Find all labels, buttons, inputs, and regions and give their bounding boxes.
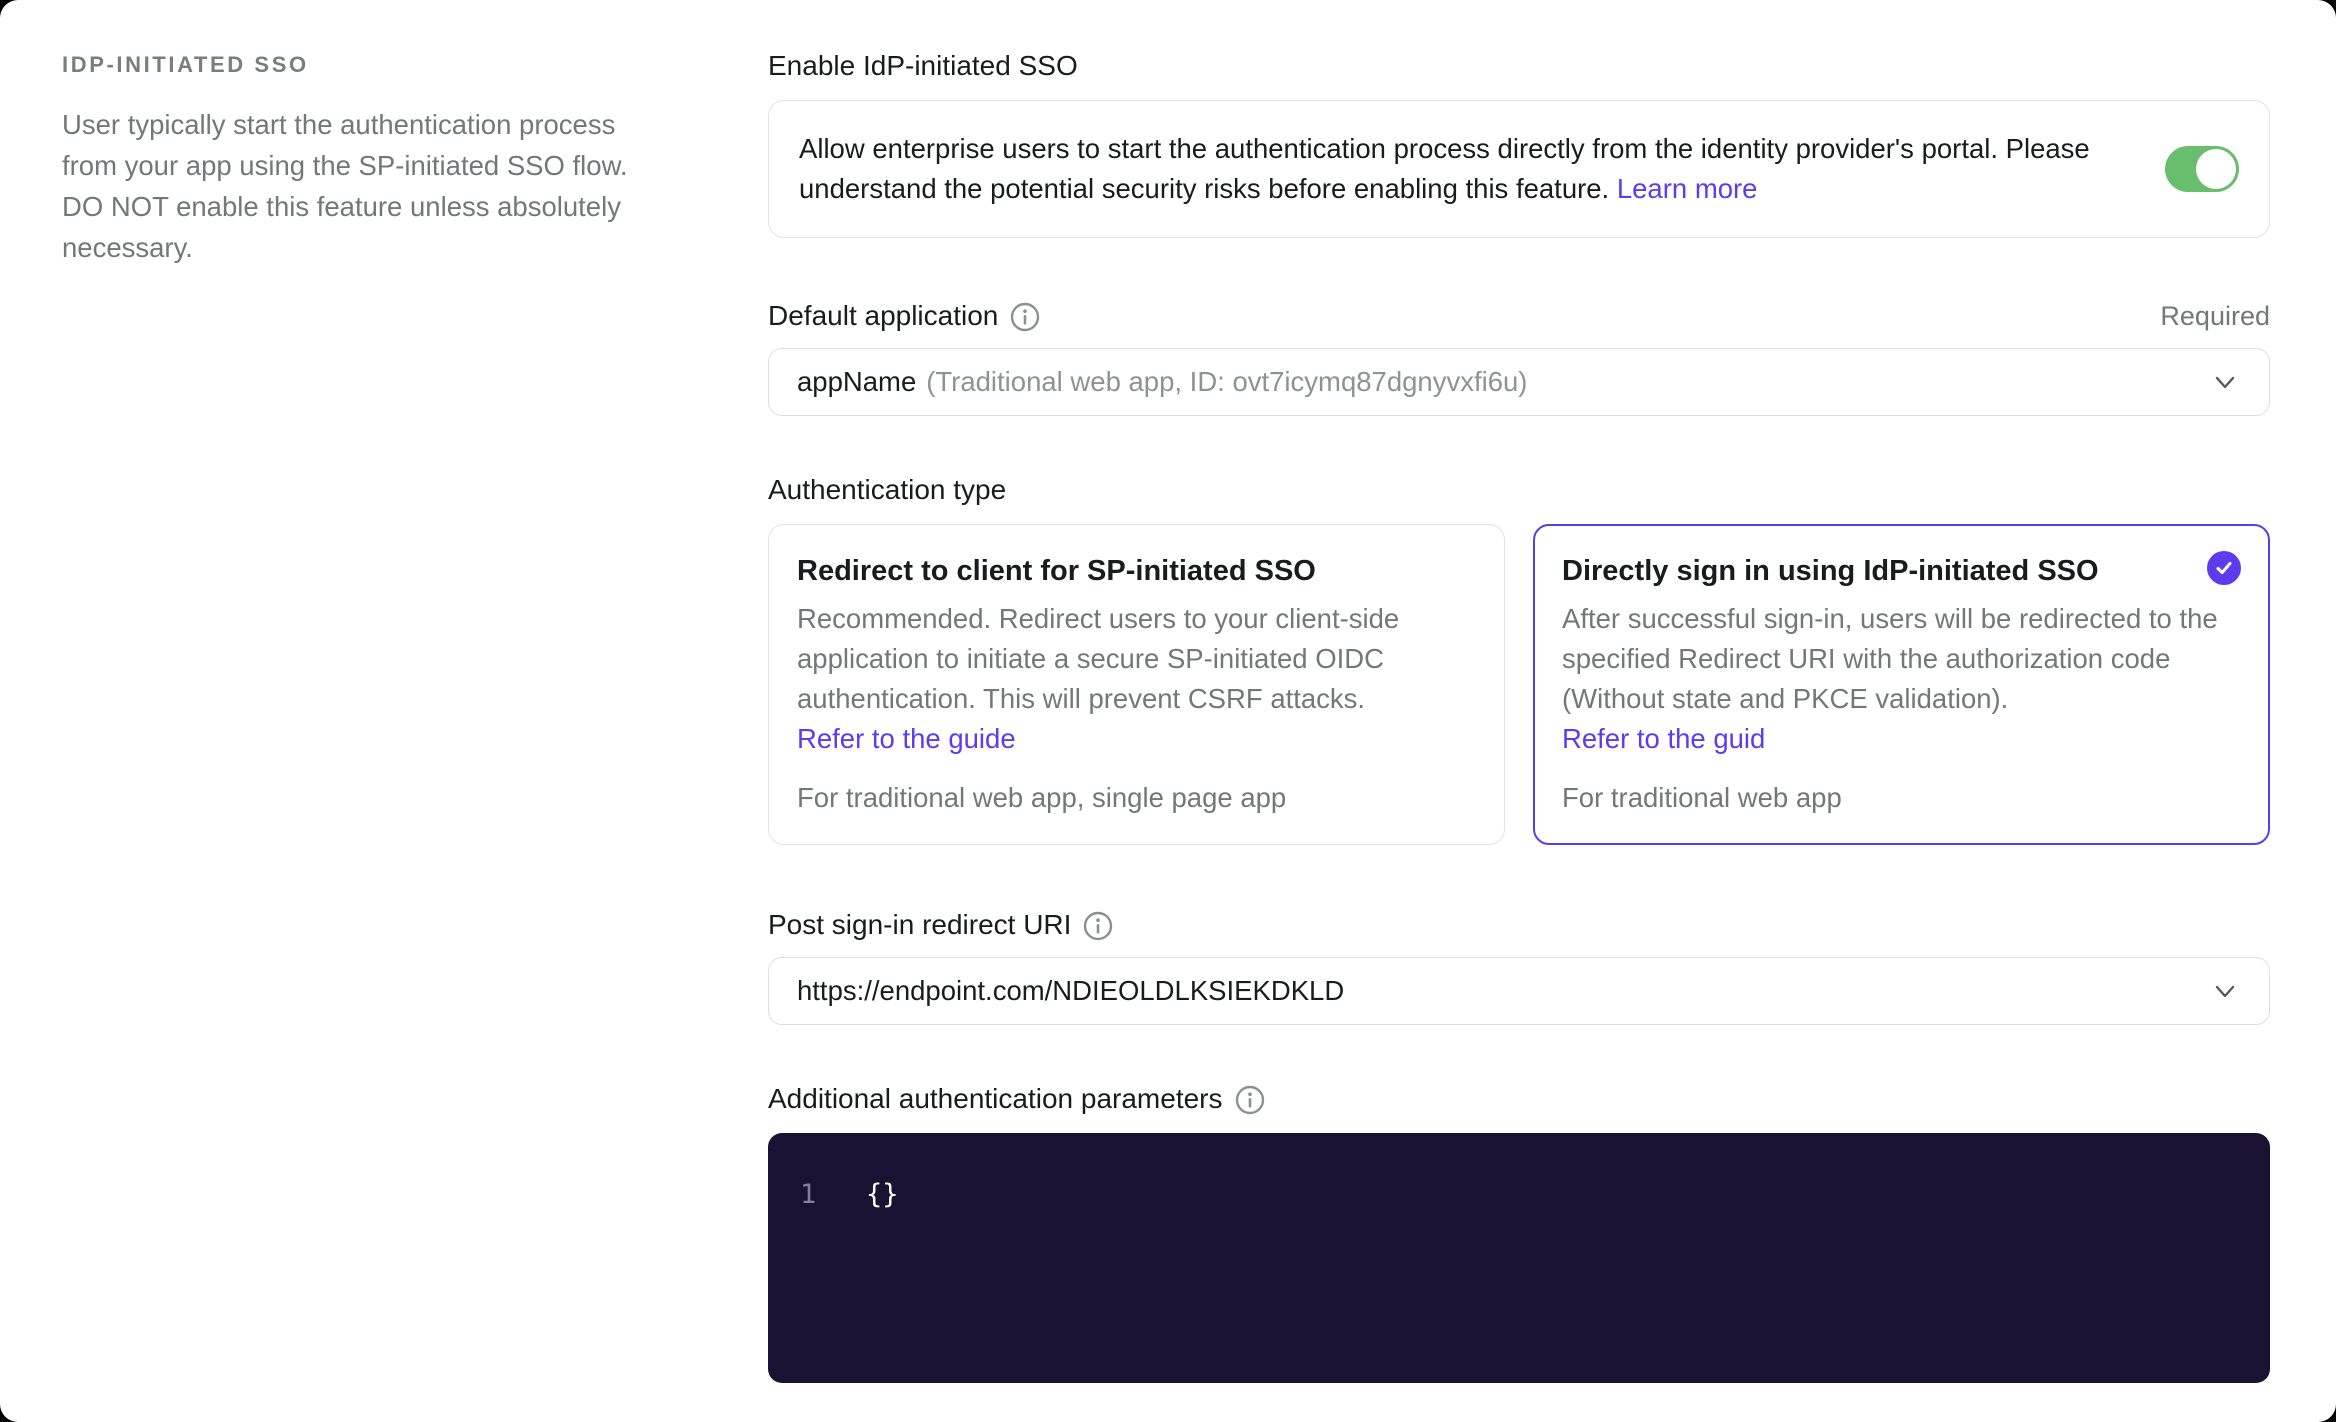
authentication-type-field: Authentication type Redirect to client f… bbox=[768, 470, 2270, 845]
required-badge: Required bbox=[2160, 301, 2270, 331]
enable-idp-sso-description: Allow enterprise users to start the auth… bbox=[799, 129, 2123, 209]
additional-auth-params-label: Additional authentication parameters bbox=[768, 1079, 2270, 1119]
editor-line-number: 1 bbox=[800, 1179, 817, 1210]
redirect-uri-select[interactable]: https://endpoint.com/NDIEOLDLKSIEKDKLD bbox=[768, 957, 2270, 1025]
enable-idp-sso-card: Allow enterprise users to start the auth… bbox=[768, 100, 2270, 238]
option-footer: For traditional web app, single page app bbox=[797, 782, 1287, 813]
refer-to-guide-link[interactable]: Refer to the guid bbox=[1562, 719, 2241, 759]
option-description: After successful sign-in, users will be … bbox=[1562, 603, 2218, 714]
authentication-type-label: Authentication type bbox=[768, 474, 1007, 505]
idp-initiated-sso-settings-page: IDP-INITIATED SSO User typically start t… bbox=[0, 0, 2336, 1422]
option-description: Recommended. Redirect users to your clie… bbox=[797, 603, 1400, 714]
info-icon[interactable] bbox=[1083, 911, 1113, 941]
option-title-row: Directly sign in using IdP-initiated SSO bbox=[1562, 551, 2241, 591]
section-title: IDP-INITIATED SSO bbox=[62, 52, 309, 77]
enable-idp-sso-description-text: Allow enterprise users to start the auth… bbox=[799, 133, 2090, 204]
additional-auth-params-field: Additional authentication parameters 1 {… bbox=[768, 1079, 2270, 1383]
option-idp-initiated-sso[interactable]: Directly sign in using IdP-initiated SSO… bbox=[1533, 524, 2270, 845]
form-main: Enable IdP-initiated SSO Allow enterpris… bbox=[768, 46, 2270, 1383]
post-sign-in-redirect-uri-field: Post sign-in redirect URI https://endpoi… bbox=[768, 905, 2270, 1025]
default-application-label: Default application bbox=[768, 296, 1040, 336]
selected-app-detail: (Traditional web app, ID: ovt7icymq87dgn… bbox=[926, 366, 1528, 397]
refer-to-guide-link[interactable]: Refer to the guide bbox=[797, 719, 1476, 759]
enable-idp-sso-toggle[interactable] bbox=[2165, 146, 2239, 192]
authentication-type-options: Redirect to client for SP-initiated SSO … bbox=[768, 524, 2270, 845]
info-icon[interactable] bbox=[1010, 302, 1040, 332]
info-icon[interactable] bbox=[1235, 1085, 1265, 1115]
default-application-label-row: Default application Required bbox=[768, 296, 2270, 336]
post-sign-in-redirect-uri-label: Post sign-in redirect URI bbox=[768, 905, 2270, 945]
option-sp-initiated-sso[interactable]: Redirect to client for SP-initiated SSO … bbox=[768, 524, 1505, 845]
default-application-select[interactable]: appName (Traditional web app, ID: ovt7ic… bbox=[768, 348, 2270, 416]
json-code-editor[interactable]: 1 {} bbox=[768, 1133, 2270, 1383]
selected-check-icon bbox=[2207, 551, 2241, 585]
chevron-down-icon bbox=[2209, 975, 2241, 1007]
section-description: User typically start the authentication … bbox=[62, 109, 628, 263]
chevron-down-icon bbox=[2209, 366, 2241, 398]
selected-app-name: appName bbox=[797, 366, 917, 397]
redirect-uri-value: https://endpoint.com/NDIEOLDLKSIEKDKLD bbox=[797, 975, 1345, 1006]
learn-more-link[interactable]: Learn more bbox=[1617, 173, 1758, 204]
enable-idp-sso-label: Enable IdP-initiated SSO bbox=[768, 50, 1078, 81]
option-title: Directly sign in using IdP-initiated SSO bbox=[1562, 555, 2099, 587]
option-title-row: Redirect to client for SP-initiated SSO bbox=[797, 551, 1476, 591]
default-application-field: Default application Required appName (Tr… bbox=[768, 296, 2270, 416]
option-footer: For traditional web app bbox=[1562, 782, 1842, 813]
option-title: Redirect to client for SP-initiated SSO bbox=[797, 555, 1316, 587]
editor-code-text: {} bbox=[866, 1179, 899, 1210]
toggle-knob bbox=[2196, 149, 2236, 189]
section-aside: IDP-INITIATED SSO User typically start t… bbox=[62, 50, 674, 268]
